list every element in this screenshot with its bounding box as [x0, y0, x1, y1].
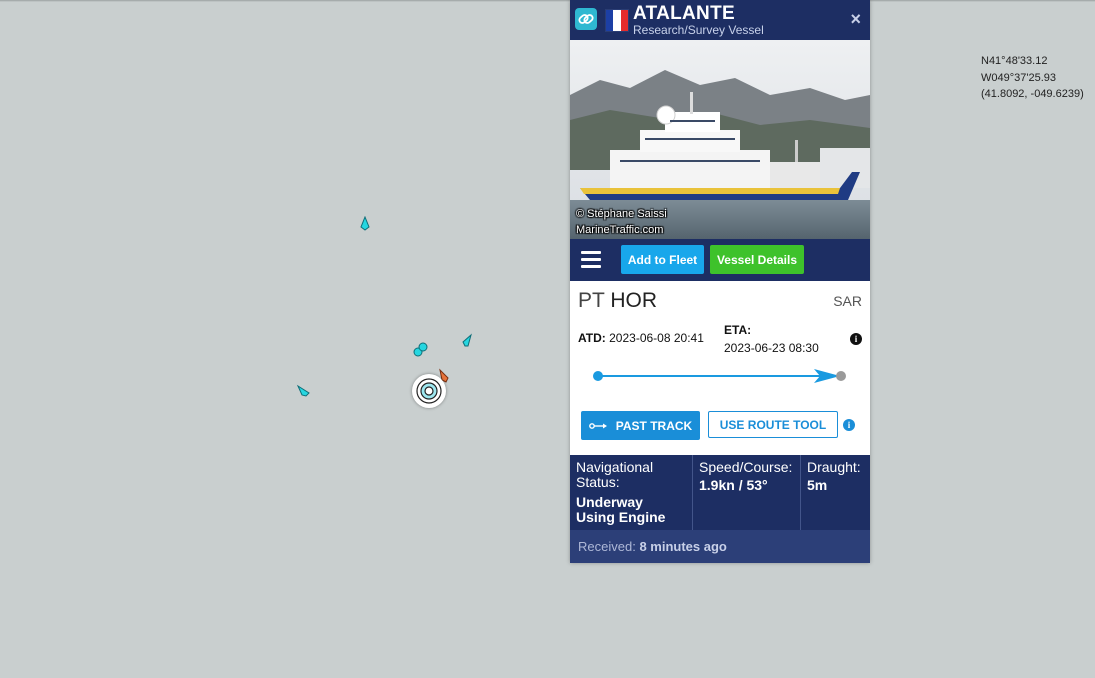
photo-credit-site: MarineTraffic.com	[576, 224, 664, 236]
atd-label: ATD:	[578, 331, 606, 345]
voyage-progress-bar	[593, 369, 846, 383]
nav-status-value-1: Underway	[576, 494, 643, 510]
atd-value: 2023-06-08 20:41	[609, 331, 704, 345]
vessel-stats: Navigational Status: Underway Using Engi…	[570, 455, 870, 530]
route-info-icon[interactable]: i	[843, 419, 855, 431]
track-icon	[588, 422, 607, 429]
cursor-coordinates: N41°48'33.12 W049°37'25.93 (41.8092, -04…	[981, 53, 1084, 103]
vessel-details-button[interactable]: Vessel Details	[710, 245, 804, 274]
vessel-marker-icon[interactable]	[459, 333, 475, 349]
photo-credit-author: © Stéphane Saissi	[576, 208, 667, 220]
longitude-dms: W049°37'25.93	[981, 71, 1056, 84]
vessel-photo[interactable]: © Stéphane Saissi MarineTraffic.com	[570, 40, 870, 239]
france-flag-icon	[605, 9, 629, 32]
destination-port[interactable]: SAR	[833, 293, 862, 309]
hamburger-menu-icon[interactable]	[581, 251, 601, 269]
nav-status-label-1: Navigational	[576, 459, 654, 475]
departure-port-code: HOR	[610, 289, 657, 312]
past-track-button[interactable]: PAST TRACK	[581, 411, 700, 440]
departure-country-code: PT	[578, 289, 605, 312]
received-status: Received: 8 minutes ago	[570, 530, 870, 563]
vessel-name: ATALANTE	[633, 3, 735, 24]
add-to-fleet-button[interactable]: Add to Fleet	[621, 245, 704, 274]
link-icon[interactable]	[575, 8, 597, 30]
draught-cell: Draught: 5m	[801, 455, 870, 530]
decimal-coordinates: (41.8092, -049.6239)	[981, 88, 1084, 100]
speed-course-value: 1.9kn / 53°	[699, 477, 768, 493]
received-label: Received:	[578, 539, 636, 554]
panel-header: ATALANTE Research/Survey Vessel ×	[570, 0, 870, 40]
vessel-type: Research/Survey Vessel	[633, 23, 764, 37]
use-route-tool-button[interactable]: USE ROUTE TOOL	[708, 411, 838, 438]
panel-toolbar: Add to Fleet Vessel Details	[570, 239, 870, 281]
photo-credit: © Stéphane Saissi MarineTraffic.com	[576, 206, 667, 238]
vessel-marker-icon[interactable]	[412, 341, 430, 359]
draught-label: Draught:	[807, 459, 861, 475]
selected-vessel-target-icon[interactable]	[412, 374, 446, 408]
atd: ATD: 2023-06-08 20:41	[578, 331, 704, 345]
received-value: 8 minutes ago	[639, 539, 727, 554]
latitude-dms: N41°48'33.12	[981, 55, 1048, 67]
vessel-info-panel: ATALANTE Research/Survey Vessel × © Stép…	[570, 0, 870, 563]
eta-label: ETA:	[724, 323, 752, 337]
vessel-marker-icon[interactable]	[296, 383, 312, 399]
speed-course-label: Speed/Course:	[699, 459, 793, 475]
departure-port[interactable]: PT HOR	[578, 289, 657, 313]
voyage-section: PT HOR SAR ATD: 2023-06-08 20:41 ETA: 20…	[570, 281, 870, 455]
eta-value: 2023-06-23 08:30	[724, 341, 819, 355]
nav-status-value-2: Using Engine	[576, 509, 666, 525]
nav-status-cell: Navigational Status: Underway Using Engi…	[570, 455, 693, 530]
speed-course-cell: Speed/Course: 1.9kn / 53°	[693, 455, 801, 530]
eta-info-icon[interactable]: i	[850, 333, 862, 345]
vessel-marker-icon[interactable]	[359, 216, 371, 232]
close-icon[interactable]: ×	[850, 9, 861, 30]
past-track-label: PAST TRACK	[615, 418, 693, 433]
map-canvas[interactable]: N41°48'33.12 W049°37'25.93 (41.8092, -04…	[0, 0, 1095, 678]
nav-status-label-2: Status:	[576, 474, 620, 490]
draught-value: 5m	[807, 477, 828, 493]
